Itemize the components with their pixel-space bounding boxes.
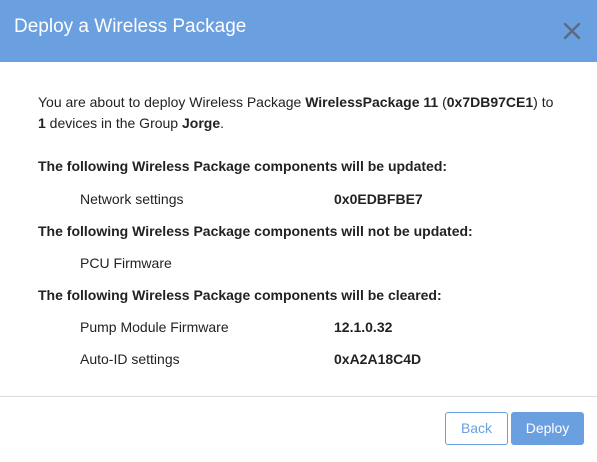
intro-open-paren: ( <box>438 94 447 110</box>
component-name: Auto-ID settings <box>80 351 180 367</box>
dialog-body: You are about to deploy Wireless Package… <box>38 92 568 367</box>
deploy-wireless-package-dialog: Deploy a Wireless Package You are about … <box>0 0 597 462</box>
section-not-updated-title: The following Wireless Package component… <box>38 223 473 239</box>
dialog-title: Deploy a Wireless Package <box>14 16 247 37</box>
deploy-button[interactable]: Deploy <box>511 412 584 445</box>
device-count: 1 <box>38 115 46 131</box>
intro-period: . <box>220 115 224 131</box>
intro-prefix: You are about to deploy Wireless Package <box>38 94 306 110</box>
group-name: Jorge <box>181 115 221 131</box>
dialog-header: Deploy a Wireless Package <box>0 0 597 62</box>
intro-text: You are about to deploy Wireless Package… <box>38 92 568 134</box>
component-name: PCU Firmware <box>80 255 172 271</box>
intro-close-paren: ) to <box>533 94 554 110</box>
component-value: 12.1.0.32 <box>334 319 393 335</box>
close-icon[interactable] <box>561 20 583 42</box>
component-name: Network settings <box>80 191 184 207</box>
section-updated-title: The following Wireless Package component… <box>38 158 448 174</box>
component-value: 0x0EDBFBE7 <box>334 191 423 207</box>
package-id: 0x7DB97CE1 <box>446 94 534 110</box>
section-cleared-title: The following Wireless Package component… <box>38 287 442 303</box>
package-name: WirelessPackage 11 <box>305 94 439 110</box>
footer-divider <box>0 396 597 397</box>
close-icon-glyph <box>563 22 581 40</box>
intro-devices-in-group: devices in the Group <box>45 115 182 131</box>
component-value: 0xA2A18C4D <box>334 351 422 367</box>
back-button[interactable]: Back <box>445 412 508 445</box>
component-name: Pump Module Firmware <box>80 319 229 335</box>
